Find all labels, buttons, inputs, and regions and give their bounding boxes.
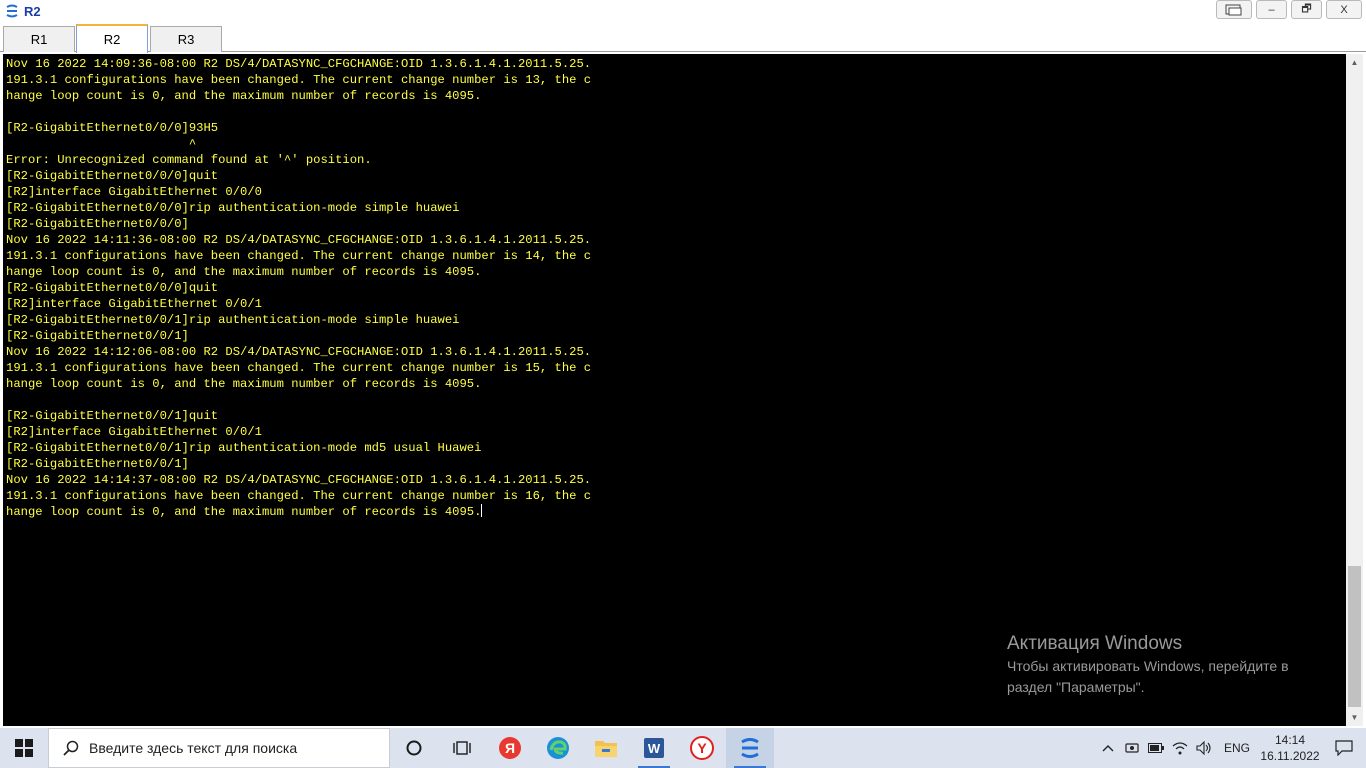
terminal-line: [R2-GigabitEthernet0/0/0]quit bbox=[6, 169, 219, 183]
restore-window-icon bbox=[1225, 4, 1242, 15]
maximize-restore-button[interactable]: 🗗 bbox=[1291, 0, 1322, 19]
search-icon bbox=[63, 740, 79, 756]
terminal-cursor bbox=[481, 504, 483, 517]
yandex-browser-button[interactable]: Я bbox=[486, 728, 534, 768]
terminal-line: Nov 16 2022 14:12:06-08:00 R2 DS/4/DATAS… bbox=[6, 345, 592, 359]
activation-text: Чтобы активировать Windows, перейдите в … bbox=[1007, 658, 1289, 695]
terminal-line: hange loop count is 0, and the maximum n… bbox=[6, 377, 482, 391]
terminal-line: 191.3.1 configurations have been changed… bbox=[6, 361, 592, 375]
scroll-up-arrow[interactable]: ▲ bbox=[1346, 54, 1363, 71]
terminal-line: [R2]interface GigabitEthernet 0/0/1 bbox=[6, 425, 262, 439]
terminal-line: [R2-GigabitEthernet0/0/0] bbox=[6, 217, 189, 231]
scroll-thumb[interactable] bbox=[1348, 566, 1361, 707]
terminal-line: hange loop count is 0, and the maximum n… bbox=[6, 265, 482, 279]
scroll-down-arrow[interactable]: ▼ bbox=[1346, 709, 1363, 726]
yandex-icon: Y bbox=[690, 736, 714, 760]
tray-chevron-up-icon[interactable] bbox=[1096, 728, 1120, 768]
file-explorer-button[interactable] bbox=[582, 728, 630, 768]
start-button[interactable] bbox=[0, 728, 48, 768]
minimize-button[interactable]: – bbox=[1256, 0, 1287, 19]
clock-date: 16.11.2022 bbox=[1260, 749, 1320, 763]
tab-r2[interactable]: R2 bbox=[76, 24, 148, 53]
search-placeholder: Введите здесь текст для поиска bbox=[89, 740, 298, 756]
word-button[interactable]: W bbox=[630, 728, 678, 768]
terminal-line: [R2-GigabitEthernet0/0/1] bbox=[6, 457, 189, 471]
windows-logo-icon bbox=[15, 739, 33, 757]
activation-title: Активация Windows bbox=[1007, 633, 1183, 654]
terminal-line: [R2-GigabitEthernet0/0/1] bbox=[6, 329, 189, 343]
task-view-button[interactable] bbox=[438, 728, 486, 768]
system-tray: ENG 14:14 16.11.2022 bbox=[1096, 728, 1366, 768]
restore-window-button[interactable] bbox=[1216, 0, 1252, 19]
ensp-app-icon bbox=[4, 3, 20, 19]
terminal-output: Nov 16 2022 14:09:36-08:00 R2 DS/4/DATAS… bbox=[3, 54, 1346, 520]
taskbar-search[interactable]: Введите здесь текст для поиска bbox=[48, 728, 390, 768]
terminal-line: [R2]interface GigabitEthernet 0/0/1 bbox=[6, 297, 262, 311]
terminal-line: 191.3.1 configurations have been changed… bbox=[6, 489, 592, 503]
edge-icon bbox=[547, 737, 569, 759]
terminal-line: Nov 16 2022 14:09:36-08:00 R2 DS/4/DATAS… bbox=[6, 57, 592, 71]
word-icon: W bbox=[644, 738, 664, 758]
terminal-line: 191.3.1 configurations have been changed… bbox=[6, 73, 592, 87]
cortana-button[interactable] bbox=[390, 728, 438, 768]
terminal-line: Nov 16 2022 14:14:37-08:00 R2 DS/4/DATAS… bbox=[6, 473, 592, 487]
clock-time: 14:14 bbox=[1274, 733, 1306, 747]
yandex-browser-icon: Я bbox=[499, 737, 521, 759]
file-explorer-icon bbox=[595, 741, 617, 757]
svg-text:Y: Y bbox=[697, 740, 707, 756]
ensp-button[interactable] bbox=[726, 728, 774, 768]
terminal-line: Error: Unrecognized command found at '^'… bbox=[6, 153, 372, 167]
edge-button[interactable] bbox=[534, 728, 582, 768]
device-tabs: R1 R2 R3 bbox=[0, 22, 1366, 53]
task-view-icon bbox=[453, 741, 471, 755]
terminal-line: [R2-GigabitEthernet0/0/0]quit bbox=[6, 281, 219, 295]
battery-icon[interactable] bbox=[1144, 728, 1168, 768]
svg-text:W: W bbox=[648, 741, 661, 756]
terminal-line: [R2-GigabitEthernet0/0/0]rip authenticat… bbox=[6, 201, 460, 215]
yandex-button[interactable]: Y bbox=[678, 728, 726, 768]
svg-text:Я: Я bbox=[505, 740, 515, 756]
ensp-icon bbox=[741, 738, 759, 758]
terminal-line: [R2-GigabitEthernet0/0/1]rip authenticat… bbox=[6, 441, 482, 455]
notifications-button[interactable] bbox=[1322, 728, 1366, 768]
windows-activation-watermark: Активация Windows Чтобы активировать Win… bbox=[1007, 632, 1337, 698]
cortana-icon bbox=[406, 740, 422, 756]
close-button[interactable]: X bbox=[1326, 0, 1362, 19]
language-indicator[interactable]: ENG bbox=[1216, 741, 1258, 755]
terminal-line: [R2-GigabitEthernet0/0/0]93H5 bbox=[6, 121, 219, 135]
terminal-line: hange loop count is 0, and the maximum n… bbox=[6, 89, 482, 103]
terminal-line: ^ bbox=[6, 137, 197, 151]
terminal-line: [R2]interface GigabitEthernet 0/0/0 bbox=[6, 185, 262, 199]
taskbar: Введите здесь текст для поиска Я W Y ENG… bbox=[0, 728, 1366, 768]
terminal-scrollbar[interactable]: ▲ ▼ bbox=[1346, 54, 1363, 726]
tab-r1[interactable]: R1 bbox=[3, 26, 75, 52]
terminal-line: Nov 16 2022 14:11:36-08:00 R2 DS/4/DATAS… bbox=[6, 233, 592, 247]
terminal-line: [R2-GigabitEthernet0/0/1]quit bbox=[6, 409, 219, 423]
terminal-console[interactable]: Nov 16 2022 14:09:36-08:00 R2 DS/4/DATAS… bbox=[3, 54, 1346, 726]
terminal-line: [R2-GigabitEthernet0/0/1]rip authenticat… bbox=[6, 313, 460, 327]
window-title: R2 bbox=[24, 3, 41, 19]
meet-now-icon[interactable] bbox=[1120, 728, 1144, 768]
terminal-line: 191.3.1 configurations have been changed… bbox=[6, 249, 592, 263]
tab-r3[interactable]: R3 bbox=[150, 26, 222, 52]
terminal-line: hange loop count is 0, and the maximum n… bbox=[6, 504, 483, 519]
wifi-icon[interactable] bbox=[1168, 728, 1192, 768]
clock[interactable]: 14:14 16.11.2022 bbox=[1258, 732, 1322, 764]
title-bar: R2 – 🗗 X bbox=[0, 0, 1366, 22]
volume-icon[interactable] bbox=[1192, 728, 1216, 768]
notification-icon bbox=[1335, 740, 1353, 756]
